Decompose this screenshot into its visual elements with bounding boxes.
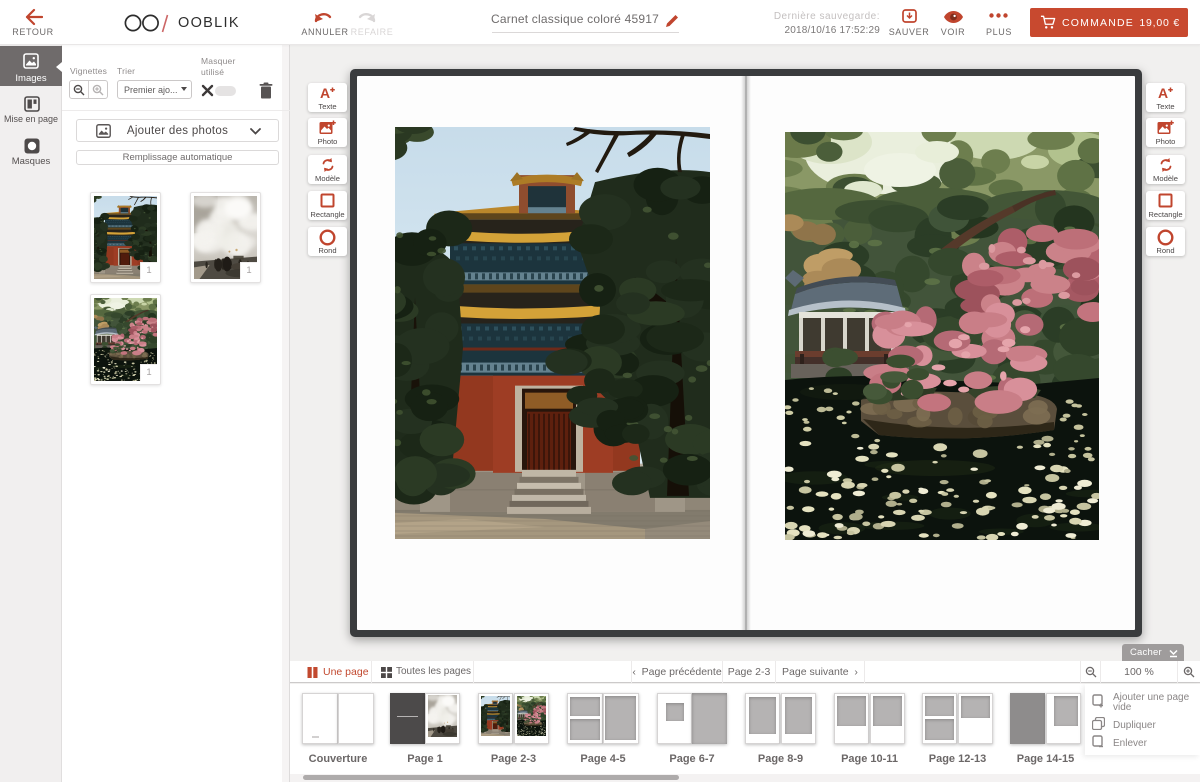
svg-text:A: A (320, 85, 330, 100)
svg-text:A: A (1158, 85, 1168, 100)
